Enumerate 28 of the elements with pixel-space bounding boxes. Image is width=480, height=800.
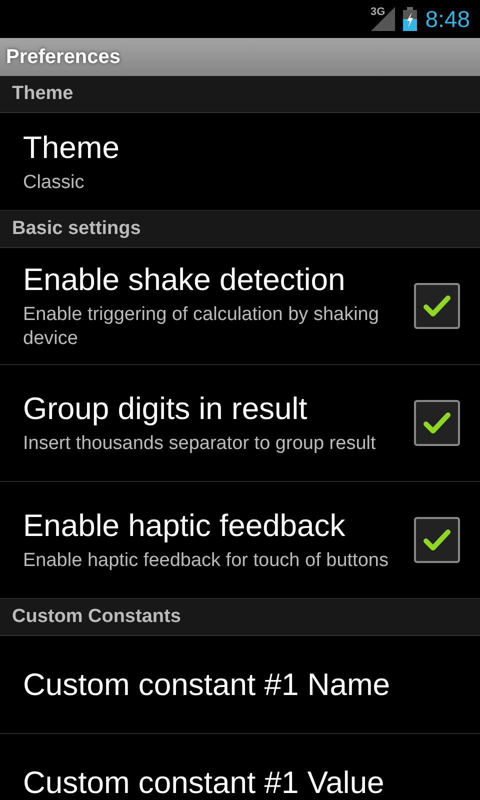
- preference-item[interactable]: Enable shake detection Enable triggering of calculation by shaking device: [0, 248, 480, 365]
- checkbox[interactable]: [414, 400, 460, 446]
- checkbox[interactable]: [414, 517, 460, 563]
- preference-title: Group digits in result: [23, 390, 308, 428]
- preference-title: Enable haptic feedback: [23, 507, 346, 545]
- preference-title: Enable shake detection: [23, 261, 346, 299]
- window-title: Preferences: [0, 38, 480, 76]
- preference-item[interactable]: Custom constant #1 Name: [0, 636, 480, 734]
- preference-summary: Classic: [23, 170, 86, 194]
- preference-summary: Enable triggering of calculation by shaking device: [23, 303, 380, 351]
- section-header: Basic settings: [0, 211, 480, 248]
- battery-icon: [403, 7, 418, 31]
- preference-title: Custom constant #1 Name: [23, 666, 392, 704]
- preference-summary: Insert thousands separator to group result: [23, 432, 377, 456]
- checkbox[interactable]: [414, 283, 460, 329]
- section-header: Theme: [0, 76, 480, 113]
- preference-title: Theme: [23, 128, 120, 166]
- preference-summary: Enable haptic feedback for touch of buttons: [23, 549, 390, 573]
- preference-title: Custom constant #1 Value: [23, 764, 386, 800]
- section-header: Custom Constants: [0, 599, 480, 636]
- signal-icon: [371, 7, 396, 31]
- check-icon: [423, 294, 451, 318]
- check-icon: [423, 528, 451, 552]
- preference-item[interactable]: Custom constant #1 Value: [0, 734, 480, 800]
- clock: 8:48: [425, 6, 470, 32]
- preference-item[interactable]: Group digits in result Insert thousands separator to group result: [0, 365, 480, 482]
- check-icon: [423, 411, 451, 435]
- network-type: 3G: [370, 6, 386, 18]
